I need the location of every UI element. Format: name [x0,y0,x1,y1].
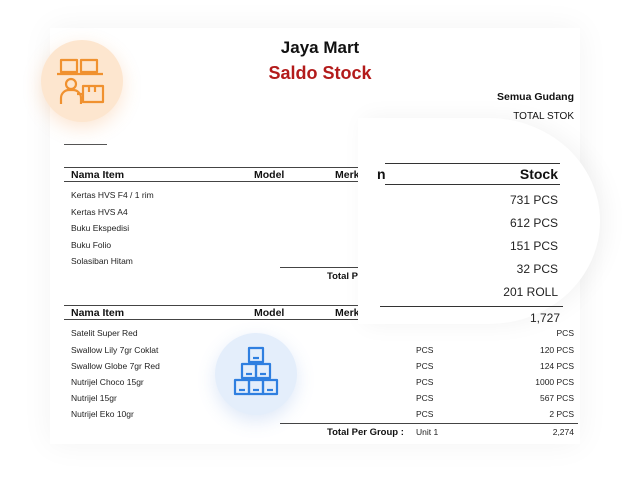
row-stock: 567 PCS [539,393,574,403]
group2-total-value: 2,274 [552,427,574,437]
stock-type-label: TOTAL STOK [513,111,574,122]
overlay-total-value: 1,727 [529,311,560,325]
overlay-stock-value: 731 PCS [509,193,558,207]
stock-zoom-overlay [358,118,600,324]
col-model: Model [254,307,285,319]
table-header-group1: Nama Item Model Merk [64,167,380,182]
stacked-boxes-icon [215,333,297,415]
table-row: Kertas HVS A4 [71,207,128,217]
overlay-stock-value: 151 PCS [509,239,558,253]
table-row: Nutrijel Choco 15gr [71,377,144,387]
table-header-group2: Nama Item Model Merk [64,305,380,320]
table-row: Nutrijel Eko 10gr [71,409,134,419]
overlay-stock-value: 201 ROLL [503,285,558,299]
warehouse-worker-glyph [57,58,105,104]
table-row: Swallow Lily 7gr Coklat [71,345,159,355]
warehouse-worker-icon [41,40,123,122]
table-row: Buku Folio [71,240,112,250]
row-stock: 120 PCS [539,345,574,355]
row-unit: PCS [416,345,434,355]
overlay-stock-header: Stock [519,166,558,182]
overlay-header: n Stock [377,163,560,185]
group2-total-label: Total Per Group : [327,427,404,438]
group2-total-line [280,423,578,424]
table-row: Swallow Globe 7gr Red [71,361,160,371]
overlay-stock-value: 32 PCS [516,262,558,276]
table-row: Solasiban Hitam [71,256,133,266]
table-row: Buku Ekspedisi [71,223,130,233]
col-item: Nama Item [71,307,125,319]
overlay-total-line [380,306,563,307]
divider [64,144,107,145]
row-stock: 1000 PCS [535,377,574,387]
col-model: Model [254,169,285,181]
stacked-boxes-glyph [233,346,279,396]
row-unit: PCS [416,393,434,403]
row-unit: PCS [416,409,434,419]
row-unit: PCS [416,377,434,387]
table-row: Satelit Super Red [71,328,138,338]
table-row: Nutrijel 15gr [71,393,117,403]
col-item: Nama Item [71,169,125,181]
row-stock: 124 PCS [539,361,574,371]
table-row: Kertas HVS F4 / 1 rim [71,190,154,200]
row-stock: 2 PCS [549,409,574,419]
warehouse-label: Semua Gudang [496,91,574,103]
row-stock: PCS [556,328,574,338]
group1-total-line [280,267,370,268]
overlay-stock-value: 612 PCS [509,216,558,230]
overlay-name-fragment: n [377,166,386,182]
row-unit: PCS [416,361,434,371]
col-merk: Merk [335,307,360,319]
col-merk: Merk [335,169,360,181]
group2-total-unit: Unit 1 [416,427,439,437]
